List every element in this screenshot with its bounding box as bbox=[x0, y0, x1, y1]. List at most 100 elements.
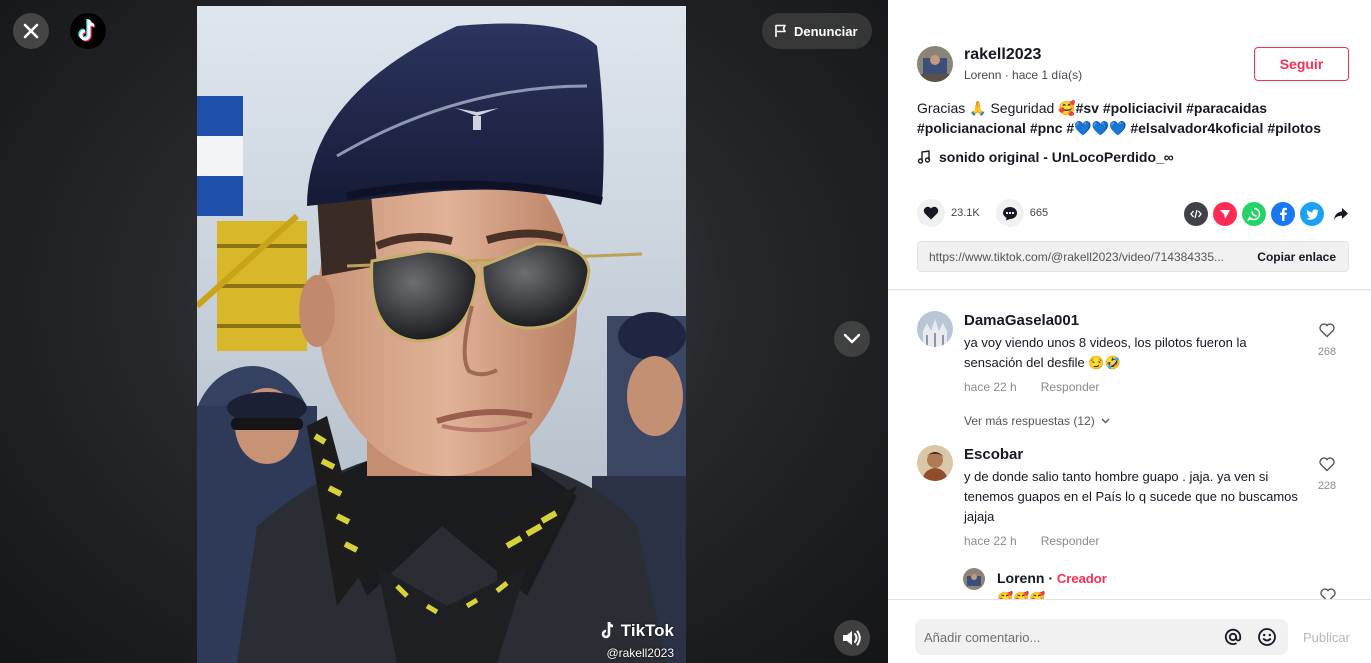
replier-username[interactable]: Lorenn bbox=[997, 570, 1044, 586]
close-icon bbox=[23, 23, 39, 39]
replier-name: Lorenn · Creador bbox=[997, 568, 1343, 589]
view-more-replies[interactable]: Ver más respuestas (12) bbox=[964, 414, 1110, 428]
engagement-actions: 23.1K 665 bbox=[917, 199, 1064, 227]
commenter-username[interactable]: Escobar bbox=[964, 445, 1304, 465]
watermark-brand: TikTok bbox=[620, 621, 674, 640]
post-caption: Gracias 🙏 Seguridad 🥰#sv #policiacivil #… bbox=[917, 98, 1347, 138]
commenter-avatar[interactable] bbox=[917, 445, 953, 481]
author-subtitle: Lorenn · hace 1 día(s) bbox=[964, 68, 1083, 82]
tiktok-video-viewer: Denunciar TikTok @rakell2023 rakell2023 … bbox=[0, 0, 1371, 663]
comment-like-button[interactable]: 228 bbox=[1312, 457, 1342, 492]
comment-like-count: 268 bbox=[1317, 346, 1337, 358]
comment-button[interactable] bbox=[995, 199, 1024, 227]
reply-like-button[interactable] bbox=[1313, 588, 1343, 599]
twitter-share-button[interactable] bbox=[1300, 202, 1324, 226]
share-options bbox=[1184, 202, 1353, 226]
comment-input-placeholder: Añadir comentario... bbox=[924, 629, 1041, 645]
heart-outline-icon bbox=[1319, 457, 1335, 472]
caption-hashtags[interactable]: #sv #policiacivil #paracaidas bbox=[1076, 100, 1267, 116]
volume-button[interactable] bbox=[834, 620, 870, 656]
follow-button[interactable]: Seguir bbox=[1254, 47, 1349, 81]
comment-list[interactable]: DamaGasela001 ya voy viendo unos 8 video… bbox=[888, 290, 1371, 599]
commenter-avatar[interactable] bbox=[917, 311, 953, 347]
emoji-button[interactable] bbox=[1255, 625, 1279, 649]
at-sign-icon bbox=[1224, 628, 1242, 645]
watermark-username: @rakell2023 bbox=[606, 646, 674, 660]
music-title: sonido original - UnLocoPerdido_∞ bbox=[939, 149, 1174, 165]
video-frame-image bbox=[197, 6, 686, 663]
reply-text: 🥰🥰🥰 bbox=[997, 591, 1046, 599]
reply-button[interactable]: Responder bbox=[1041, 534, 1100, 548]
commenter-avatar-image bbox=[917, 311, 953, 347]
flag-icon bbox=[775, 24, 786, 37]
chevron-down-icon bbox=[843, 333, 861, 344]
comment-time: hace 22 h bbox=[964, 534, 1017, 548]
copy-link-button[interactable]: Copiar enlace bbox=[1241, 250, 1348, 264]
report-label: Denunciar bbox=[794, 23, 858, 39]
comment-item: DamaGasela001 ya voy viendo unos 8 video… bbox=[917, 311, 1342, 394]
music-note-icon bbox=[917, 150, 931, 164]
comment-item: Escobar y de donde salio tanto hombre gu… bbox=[917, 445, 1342, 548]
author-avatar-image bbox=[917, 46, 953, 82]
music-link[interactable]: sonido original - UnLocoPerdido_∞ bbox=[917, 149, 1174, 165]
caption-hashtags[interactable]: #elsalvador4koficial #pilotos bbox=[1126, 120, 1321, 136]
whatsapp-share-button[interactable] bbox=[1242, 202, 1266, 226]
replier-avatar-image bbox=[963, 568, 985, 590]
heart-outline-icon bbox=[1320, 588, 1336, 599]
comment-like-count: 228 bbox=[1317, 480, 1337, 492]
details-panel: rakell2023 Lorenn · hace 1 día(s) Seguir… bbox=[888, 0, 1371, 663]
comment-time: hace 22 h bbox=[964, 380, 1017, 394]
more-share-button[interactable] bbox=[1329, 202, 1353, 226]
chevron-down-icon bbox=[1101, 418, 1110, 424]
tiktok-logo[interactable] bbox=[70, 13, 106, 49]
smiley-icon bbox=[1258, 628, 1276, 646]
author-avatar[interactable] bbox=[917, 46, 953, 82]
speaker-icon bbox=[843, 630, 861, 646]
heart-outline-icon bbox=[1319, 323, 1335, 338]
share-arrow-icon bbox=[1334, 208, 1348, 220]
embed-code-icon bbox=[1190, 209, 1202, 219]
send-to-friends-button[interactable] bbox=[1213, 202, 1237, 226]
author-info[interactable]: rakell2023 Lorenn · hace 1 día(s) bbox=[917, 45, 1082, 83]
comment-input[interactable]: Añadir comentario... bbox=[915, 619, 1288, 655]
whatsapp-icon bbox=[1247, 207, 1261, 221]
video-stage: Denunciar TikTok @rakell2023 bbox=[0, 0, 888, 663]
comment-meta: hace 22 h Responder bbox=[964, 380, 1304, 394]
send-icon bbox=[1220, 210, 1230, 219]
commenter-avatar-image bbox=[917, 445, 953, 481]
mention-button[interactable] bbox=[1221, 625, 1245, 649]
comment-bubble-icon bbox=[1002, 206, 1017, 220]
facebook-icon bbox=[1280, 207, 1287, 221]
embed-button[interactable] bbox=[1184, 202, 1208, 226]
caption-hashtags[interactable]: #policianacional #pnc # bbox=[917, 120, 1074, 136]
creator-badge: Creador bbox=[1056, 571, 1107, 586]
facebook-share-button[interactable] bbox=[1271, 202, 1295, 226]
tiktok-note-icon bbox=[601, 621, 613, 639]
twitter-bird-icon bbox=[1305, 208, 1318, 220]
comment-count: 665 bbox=[1029, 207, 1049, 219]
report-button[interactable]: Denunciar bbox=[762, 13, 872, 49]
like-count: 23.1K bbox=[951, 207, 980, 219]
video-link-box: https://www.tiktok.com/@rakell2023/video… bbox=[917, 241, 1349, 272]
reply-item: Lorenn · Creador 🥰🥰🥰 bbox=[963, 568, 1343, 599]
author-username[interactable]: rakell2023 bbox=[964, 45, 1082, 65]
view-more-replies-label: Ver más respuestas (12) bbox=[964, 414, 1095, 428]
next-video-button[interactable] bbox=[834, 321, 870, 357]
comment-text: ya voy viendo unos 8 videos, los pilotos… bbox=[964, 335, 1247, 370]
caption-emoji: 💙💙💙 bbox=[1074, 120, 1127, 136]
close-button[interactable] bbox=[13, 13, 49, 49]
comment-meta: hace 22 h Responder bbox=[964, 534, 1304, 548]
caption-text: Gracias 🙏 Seguridad 🥰 bbox=[917, 100, 1076, 116]
video-player[interactable]: TikTok @rakell2023 bbox=[197, 6, 686, 663]
reply-button[interactable]: Responder bbox=[1041, 380, 1100, 394]
replier-avatar[interactable] bbox=[963, 568, 985, 590]
heart-icon bbox=[923, 206, 939, 220]
post-comment-button[interactable]: Publicar bbox=[1303, 630, 1350, 645]
tiktok-watermark: TikTok bbox=[599, 621, 674, 641]
like-button[interactable] bbox=[917, 199, 945, 227]
video-link-url[interactable]: https://www.tiktok.com/@rakell2023/video… bbox=[918, 250, 1241, 264]
comment-composer: Añadir comentario... Publicar bbox=[888, 599, 1371, 663]
commenter-username[interactable]: DamaGasela001 bbox=[964, 311, 1304, 331]
reply-separator: · bbox=[1044, 570, 1057, 586]
comment-like-button[interactable]: 268 bbox=[1312, 323, 1342, 358]
